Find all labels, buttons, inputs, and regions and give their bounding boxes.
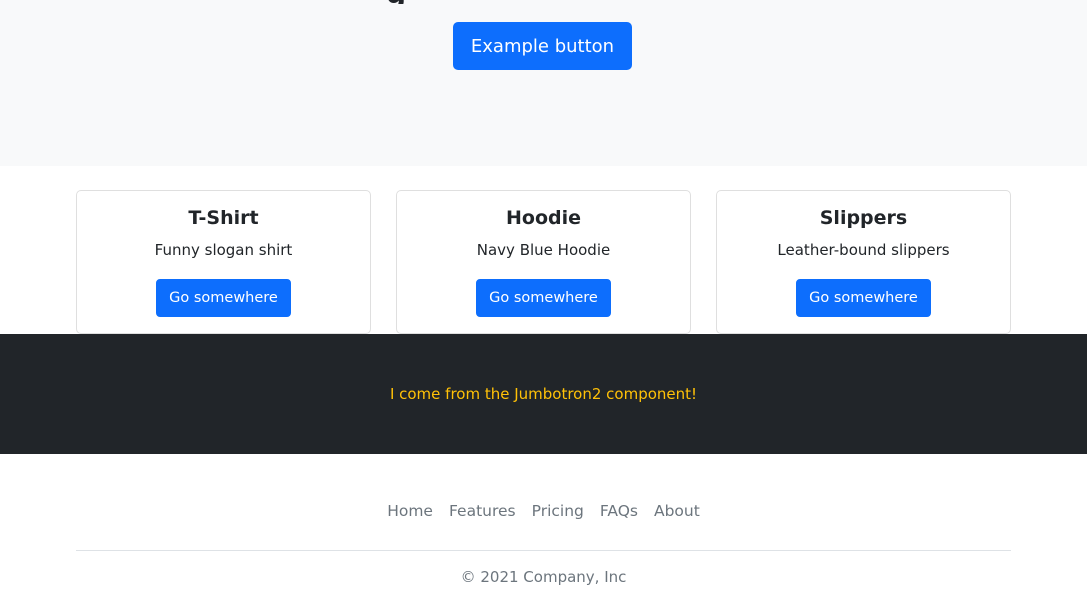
card-text: Funny slogan shirt: [154, 241, 293, 259]
card-title: Hoodie: [505, 207, 581, 229]
card-text: Navy Blue Hoodie: [476, 241, 611, 259]
card-title: Slippers: [819, 207, 908, 229]
card-text: Leather-bound slippers: [777, 241, 950, 259]
card-slippers: Slippers Leather-bound slippers Go somew…: [716, 190, 1011, 334]
card-hoodie: Hoodie Navy Blue Hoodie Go somewhere: [396, 190, 691, 334]
card-tshirt: T-Shirt Funny slogan shirt Go somewhere: [76, 190, 371, 334]
hero-heading: g: [360, 0, 440, 4]
hero-heading-text: g: [386, 0, 440, 4]
footer-link-faqs[interactable]: FAQs: [592, 502, 646, 520]
example-button[interactable]: Example button: [453, 22, 632, 70]
go-somewhere-button[interactable]: Go somewhere: [476, 279, 611, 317]
jumbotron2-section: I come from the Jumbotron2 component!: [0, 334, 1087, 454]
jumbotron2-text: I come from the Jumbotron2 component!: [389, 385, 698, 403]
footer-link-home[interactable]: Home: [379, 502, 441, 520]
go-somewhere-button[interactable]: Go somewhere: [796, 279, 931, 317]
product-cards: T-Shirt Funny slogan shirt Go somewhere …: [0, 166, 1087, 334]
footer-link-about[interactable]: About: [646, 502, 708, 520]
footer-nav: Home Features Pricing FAQs About: [0, 502, 1087, 520]
footer-divider: [76, 550, 1011, 551]
go-somewhere-button[interactable]: Go somewhere: [156, 279, 291, 317]
hero-section: g Example button: [0, 0, 1087, 166]
footer-link-features[interactable]: Features: [441, 502, 524, 520]
footer-link-pricing[interactable]: Pricing: [524, 502, 592, 520]
card-title: T-Shirt: [188, 207, 259, 229]
copyright-text: © 2021 Company, Inc: [460, 568, 627, 586]
